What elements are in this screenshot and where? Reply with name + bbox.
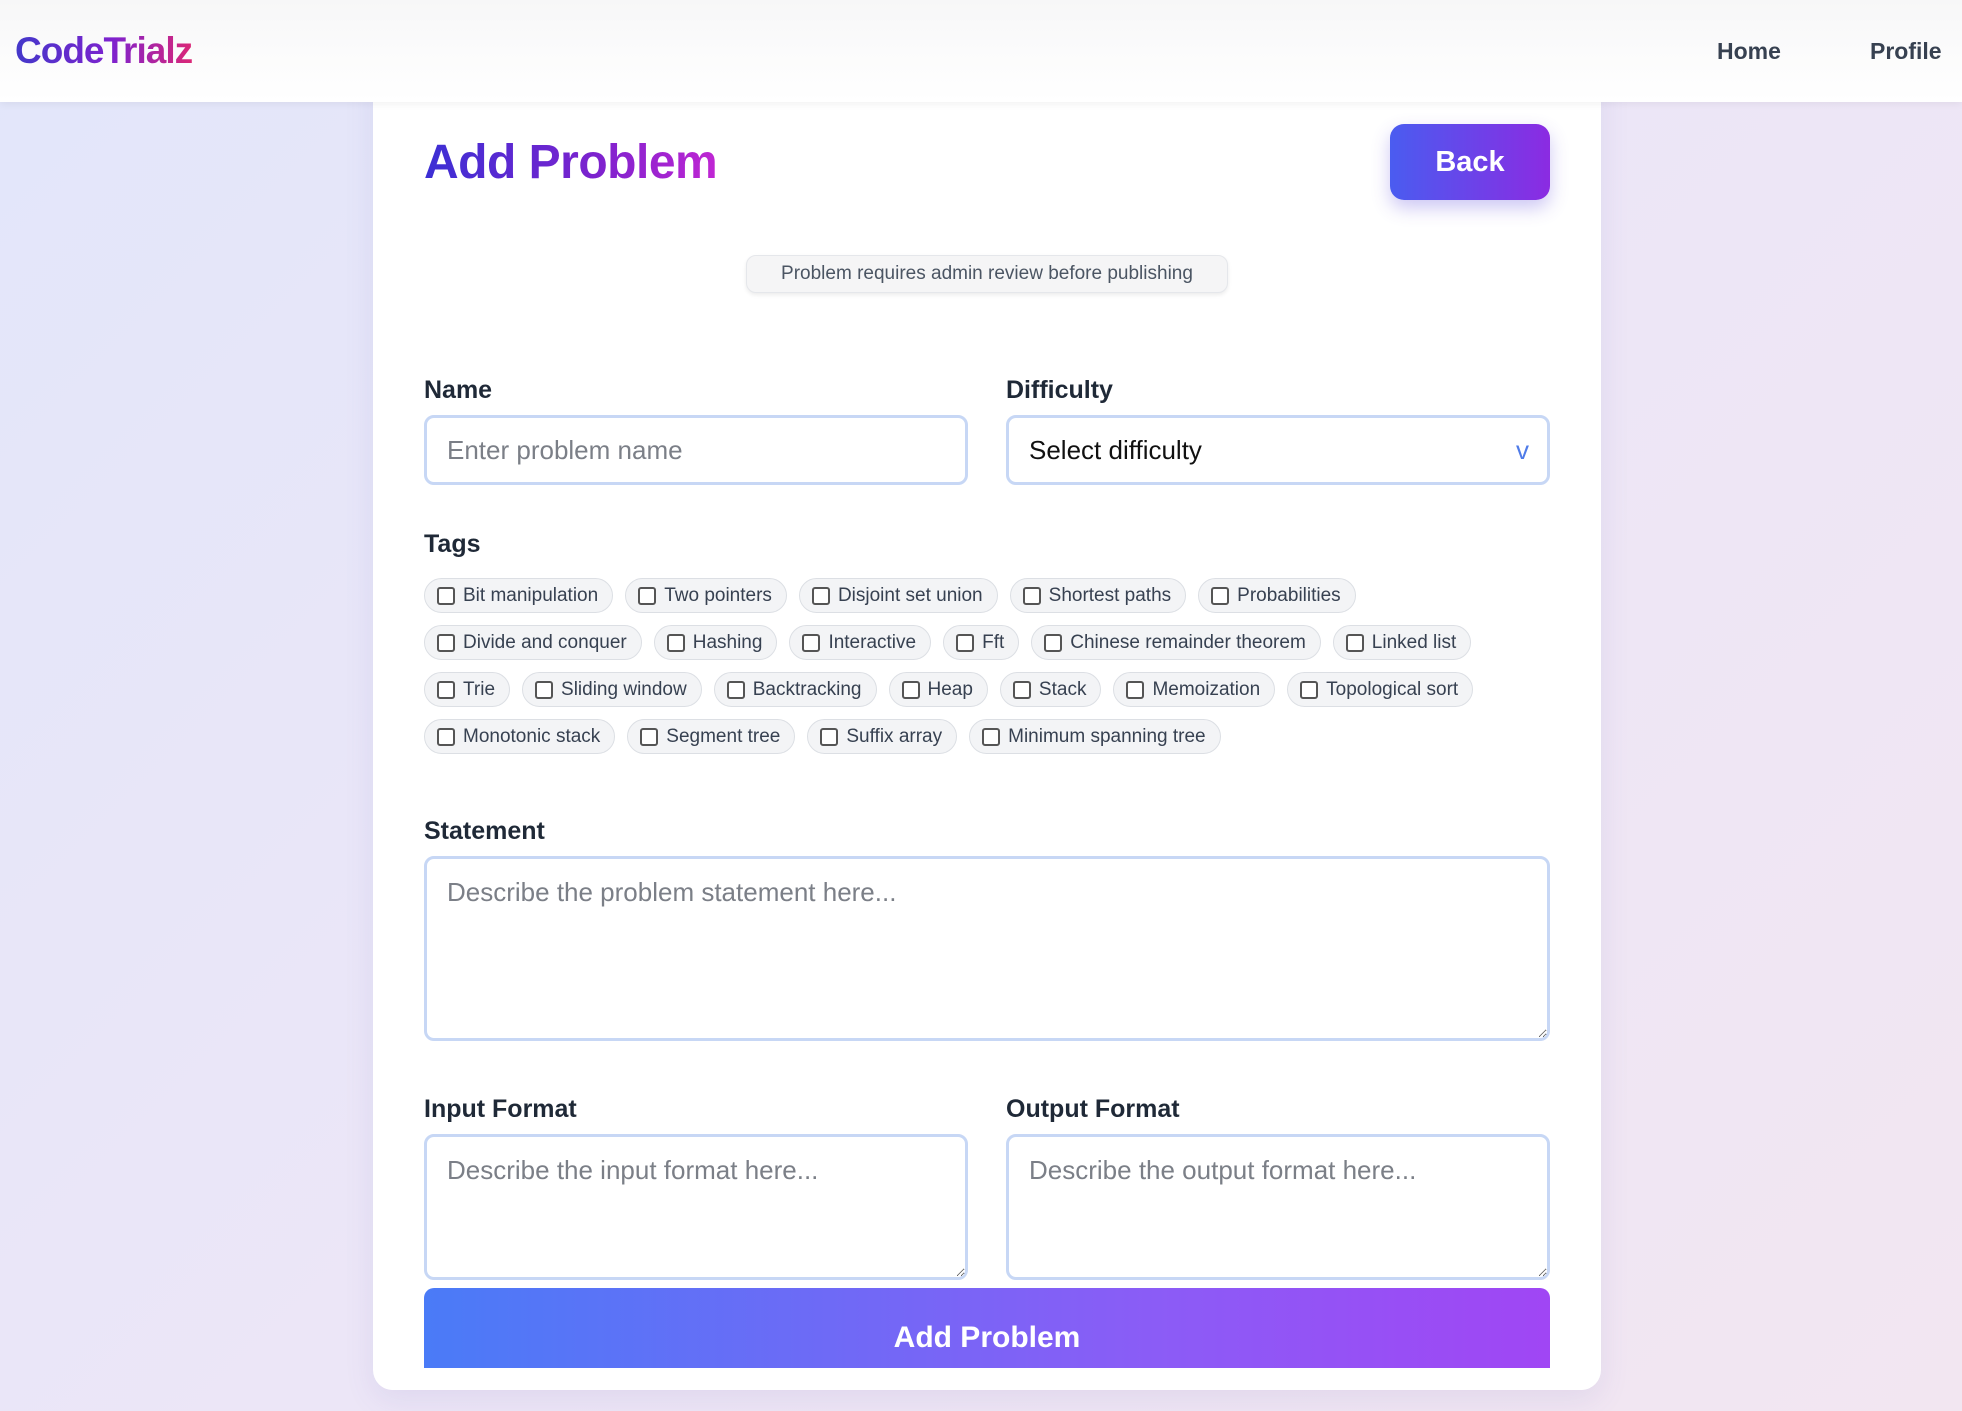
top-navbar: CodeTrialz Home Profile (0, 0, 1962, 102)
tag-label: Monotonic stack (463, 725, 601, 747)
tag-chip[interactable]: Minimum spanning tree (969, 719, 1221, 754)
tag-checkbox[interactable] (1126, 680, 1145, 699)
tag-chip[interactable]: Memoization (1113, 672, 1276, 707)
tag-label: Hashing (692, 631, 763, 653)
tag-chip[interactable]: Chinese remainder theorem (1031, 625, 1321, 660)
tag-chip[interactable]: Bit manipulation (424, 578, 614, 613)
tag-chip[interactable]: Linked list (1332, 625, 1472, 660)
page-title: Add Problem (424, 136, 718, 189)
tag-row: Trie Sliding window Backtracking Heap Stack M… (424, 672, 1549, 707)
tag-label: Suffix array (846, 725, 943, 747)
tag-label: Fft (982, 631, 1005, 653)
tag-checkbox[interactable] (437, 586, 455, 605)
tag-checkbox[interactable] (802, 633, 821, 652)
tag-chip[interactable]: Trie (424, 672, 511, 707)
tag-checkbox[interactable] (1012, 680, 1031, 699)
tag-checkbox[interactable] (1044, 633, 1063, 652)
tag-label: Bit manipulation (463, 584, 599, 606)
tag-label: Backtracking (752, 678, 862, 700)
form-bottom-padding (373, 1379, 1601, 1390)
tags-label: Tags (424, 530, 481, 558)
tag-checkbox[interactable] (726, 680, 745, 699)
add-problem-submit-button[interactable]: Add Problem (424, 1288, 1550, 1368)
tag-row: Divide and conquer Hashing Interactive Fft C… (424, 625, 1549, 660)
difficulty-select[interactable]: Select difficulty v (1006, 415, 1550, 485)
tag-label: Topological sort (1326, 678, 1459, 700)
add-problem-card: Add Problem Back Problem requires admin … (373, 40, 1601, 1390)
admin-review-notice: Problem requires admin review before pub… (746, 255, 1228, 293)
difficulty-label: Difficulty (1006, 376, 1113, 404)
tag-chip[interactable]: Suffix array (807, 719, 958, 754)
tag-chip[interactable]: Backtracking (713, 672, 877, 707)
tag-label: Chinese remainder theorem (1070, 631, 1306, 653)
nav-link-profile[interactable]: Profile (1870, 38, 1942, 65)
tag-chip[interactable]: Sliding window (522, 672, 702, 707)
tag-label: Probabilities (1237, 584, 1341, 606)
tag-checkbox[interactable] (956, 633, 975, 652)
statement-textarea[interactable] (424, 856, 1550, 1041)
tag-label: Trie (463, 678, 496, 700)
tag-chip[interactable]: Monotonic stack (424, 719, 616, 754)
difficulty-selected-value: Select difficulty (1029, 435, 1202, 465)
tag-label: Memoization (1152, 678, 1261, 700)
output-format-label: Output Format (1006, 1095, 1180, 1123)
app-logo[interactable]: CodeTrialz (15, 30, 193, 72)
tag-checkbox[interactable] (1211, 586, 1230, 605)
tag-checkbox[interactable] (535, 680, 554, 699)
tag-chip[interactable]: Disjoint set union (798, 578, 998, 613)
tag-label: Linked list (1371, 631, 1457, 653)
tag-chip[interactable]: Stack (999, 672, 1102, 707)
tag-label: Interactive (828, 631, 917, 653)
tag-chip[interactable]: Interactive (789, 625, 932, 660)
tag-checkbox[interactable] (820, 727, 839, 746)
chevron-down-icon: v (1516, 435, 1529, 465)
name-input[interactable] (424, 415, 968, 485)
tag-chip[interactable]: Hashing (653, 625, 778, 660)
statement-label: Statement (424, 817, 545, 845)
tag-label: Segment tree (666, 725, 781, 747)
tag-label: Two pointers (664, 584, 772, 606)
tag-label: Minimum spanning tree (1008, 725, 1206, 747)
tag-label: Divide and conquer (463, 631, 627, 653)
input-format-textarea[interactable] (424, 1134, 968, 1280)
tag-label: Stack (1038, 678, 1087, 700)
tag-checkbox[interactable] (982, 727, 1001, 746)
tag-chip[interactable]: Divide and conquer (424, 625, 642, 660)
tag-checkbox[interactable] (638, 586, 657, 605)
tag-checkbox[interactable] (811, 586, 830, 605)
tag-label: Shortest paths (1048, 584, 1172, 606)
tag-checkbox[interactable] (437, 633, 455, 652)
tag-chip[interactable]: Heap (888, 672, 988, 707)
tag-chip[interactable]: Two pointers (625, 578, 787, 613)
tag-label: Sliding window (561, 678, 687, 700)
tag-label: Heap (927, 678, 973, 700)
tag-checkbox[interactable] (666, 633, 685, 652)
tag-checkbox[interactable] (901, 680, 920, 699)
tag-checkbox[interactable] (1345, 633, 1364, 652)
tag-row: Monotonic stack Segment tree Suffix array M… (424, 719, 1549, 754)
tag-chip[interactable]: Shortest paths (1009, 578, 1187, 613)
nav-link-home[interactable]: Home (1717, 38, 1781, 65)
tag-chip[interactable]: Segment tree (627, 719, 796, 754)
tag-checkbox[interactable] (1022, 586, 1041, 605)
tag-label: Disjoint set union (837, 584, 983, 606)
tag-checkbox[interactable] (437, 727, 455, 746)
tags-list[interactable]: Bit manipulation Two pointers Disjoint set… (424, 578, 1549, 774)
tag-row: Bit manipulation Two pointers Disjoint set… (424, 578, 1549, 613)
back-button[interactable]: Back (1390, 124, 1550, 200)
tag-checkbox[interactable] (640, 727, 659, 746)
tag-checkbox[interactable] (437, 680, 455, 699)
output-format-textarea[interactable] (1006, 1134, 1550, 1280)
name-label: Name (424, 376, 493, 404)
input-format-label: Input Format (424, 1095, 577, 1123)
tag-checkbox[interactable] (1300, 680, 1319, 699)
tag-chip[interactable]: Topological sort (1287, 672, 1474, 707)
tag-chip[interactable]: Probabilities (1198, 578, 1356, 613)
tag-chip[interactable]: Fft (943, 625, 1020, 660)
